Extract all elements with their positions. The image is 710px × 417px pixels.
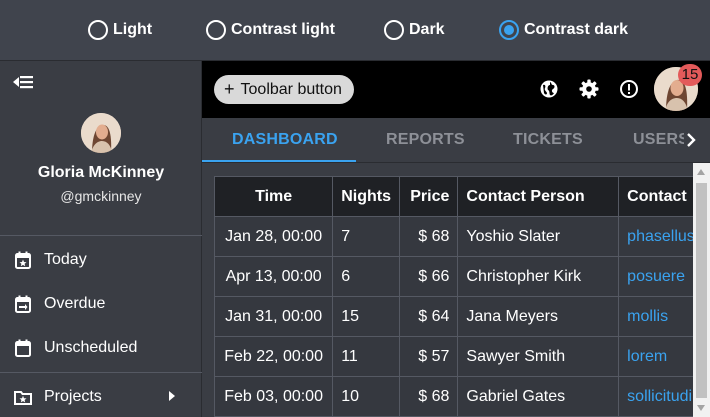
radio-contrast-light[interactable] xyxy=(206,20,226,40)
table-row[interactable]: Feb 22, 00:00 11 $ 57 Sawyer Smith lorem xyxy=(213,336,710,377)
column-header-time[interactable]: Time xyxy=(213,176,334,217)
column-header-nights[interactable]: Nights xyxy=(332,176,400,217)
cell-contact-person: Gabriel Gates xyxy=(457,376,620,417)
sidebar-item-overdue[interactable]: Overdue xyxy=(0,284,202,324)
calendar-blank-icon xyxy=(15,339,31,357)
sidebar-item-label: Overdue xyxy=(44,295,106,312)
calendar-arrows-icon xyxy=(15,295,31,313)
tab-users[interactable]: USERS xyxy=(633,118,689,162)
tab-dashboard[interactable]: DASHBOARD xyxy=(232,118,338,162)
theme-option-light[interactable]: Light xyxy=(88,20,152,40)
cell-contact-person: Jana Meyers xyxy=(457,296,620,337)
toolbar-button[interactable]: + Toolbar button xyxy=(214,75,354,104)
user-handle: @gmckinney xyxy=(60,188,142,204)
theme-option-contrast-light[interactable]: Contrast light xyxy=(206,20,335,40)
column-header-contact-person[interactable]: Contact Person xyxy=(457,176,620,217)
sidebar-divider xyxy=(0,372,202,373)
theme-option-label: Contrast light xyxy=(231,21,335,38)
chevron-right-icon xyxy=(169,391,175,401)
column-header-price[interactable]: Price xyxy=(398,176,459,217)
cell-time: Feb 22, 00:00 xyxy=(213,336,334,377)
table-header-row: Time Nights Price Contact Person Contact xyxy=(213,176,710,217)
sidebar-item-label: Projects xyxy=(44,388,102,405)
cell-nights: 10 xyxy=(332,376,400,417)
user-name: Gloria McKinney xyxy=(37,164,165,181)
cell-price: $ 68 xyxy=(398,376,459,417)
tab-bar: DASHBOARD REPORTS TICKETS USERS xyxy=(202,118,710,163)
cell-time: Apr 13, 00:00 xyxy=(213,256,334,297)
cell-nights: 11 xyxy=(332,336,400,377)
scroll-up-arrow-icon[interactable] xyxy=(697,169,705,175)
theme-option-label: Light xyxy=(113,21,153,38)
alert-circle-icon[interactable] xyxy=(619,79,639,99)
theme-option-label: Dark xyxy=(409,21,445,38)
table-row[interactable]: Jan 28, 00:00 7 $ 68 Yoshio Slater phase… xyxy=(213,216,710,257)
cell-nights: 15 xyxy=(332,296,400,337)
radio-dark[interactable] xyxy=(384,20,404,40)
table-container: Time Nights Price Contact Person Contact… xyxy=(202,163,710,417)
notification-badge: 15 xyxy=(678,64,702,86)
sidebar-divider xyxy=(0,235,202,236)
bookings-table: Time Nights Price Contact Person Contact… xyxy=(213,176,710,417)
cell-contact-person: Sawyer Smith xyxy=(457,336,620,377)
chevron-right-icon[interactable] xyxy=(684,132,698,148)
tab-tickets[interactable]: TICKETS xyxy=(513,118,583,162)
vertical-scrollbar[interactable] xyxy=(693,163,710,417)
sidebar-item-label: Unscheduled xyxy=(44,339,138,356)
radio-light[interactable] xyxy=(88,20,108,40)
sidebar-item-today[interactable]: Today xyxy=(0,240,202,280)
toolbar: + Toolbar button 15 xyxy=(202,61,710,118)
gear-icon[interactable] xyxy=(579,79,599,99)
cell-time: Jan 31, 00:00 xyxy=(213,296,334,337)
table-row[interactable]: Apr 13, 00:00 6 $ 66 Christopher Kirk po… xyxy=(213,256,710,297)
cell-nights: 7 xyxy=(332,216,400,257)
cell-price: $ 64 xyxy=(398,296,459,337)
arrow-collapse-left-icon[interactable] xyxy=(12,73,34,91)
folder-star-icon xyxy=(14,391,32,405)
cell-time: Feb 03, 00:00 xyxy=(213,376,334,417)
cell-time: Jan 28, 00:00 xyxy=(213,216,334,257)
cell-contact-person: Yoshio Slater xyxy=(457,216,620,257)
calendar-star-icon xyxy=(15,251,31,269)
sidebar-item-label: Today xyxy=(44,251,87,268)
plus-icon: + xyxy=(224,79,235,99)
globe-icon[interactable] xyxy=(539,79,559,99)
theme-switcher-bar: Light Contrast light Dark Contrast dark xyxy=(0,0,710,61)
scrollbar-thumb[interactable] xyxy=(696,183,707,398)
theme-option-label: Contrast dark xyxy=(524,21,629,38)
tab-reports[interactable]: REPORTS xyxy=(386,118,465,162)
cell-contact-person: Christopher Kirk xyxy=(457,256,620,297)
cell-price: $ 66 xyxy=(398,256,459,297)
theme-option-contrast-dark[interactable]: Contrast dark xyxy=(499,20,628,40)
cell-nights: 6 xyxy=(332,256,400,297)
toolbar-button-label: Toolbar button xyxy=(240,80,342,98)
avatar[interactable] xyxy=(81,113,121,153)
sidebar-item-projects[interactable]: Projects xyxy=(0,377,202,417)
sidebar: Gloria McKinney @gmckinney Today Overdue xyxy=(0,61,202,417)
radio-contrast-dark[interactable] xyxy=(499,20,519,40)
cell-price: $ 68 xyxy=(398,216,459,257)
theme-option-dark[interactable]: Dark xyxy=(384,20,445,40)
table-row[interactable]: Feb 03, 00:00 10 $ 68 Gabriel Gates soll… xyxy=(213,376,710,417)
cell-price: $ 57 xyxy=(398,336,459,377)
table-row[interactable]: Jan 31, 00:00 15 $ 64 Jana Meyers mollis xyxy=(213,296,710,337)
scroll-down-arrow-icon[interactable] xyxy=(697,405,705,411)
sidebar-item-unscheduled[interactable]: Unscheduled xyxy=(0,328,202,368)
